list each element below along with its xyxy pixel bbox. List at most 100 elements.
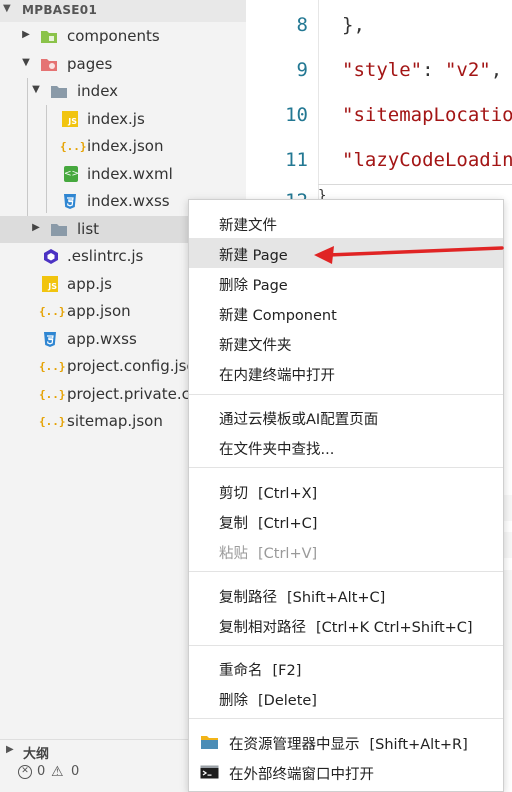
- folder-icon: [50, 221, 68, 238]
- menu-item-label: 删除 Page: [219, 278, 288, 294]
- folder-icon: [40, 56, 58, 73]
- warning-icon[interactable]: ⚠: [51, 764, 64, 780]
- gutter-divider: [318, 0, 319, 200]
- folder-icon: [40, 28, 58, 45]
- tree-item-label: list: [77, 220, 100, 238]
- chevron-right-icon: ▶: [22, 29, 30, 40]
- menu-item-shortcut: [Ctrl+K Ctrl+Shift+C]: [316, 620, 473, 636]
- menu-item-label: 在资源管理器中显示 [Shift+Alt+R]: [229, 733, 468, 754]
- code-line: "style": "v2",: [342, 59, 502, 81]
- code-token: "v2": [444, 59, 491, 81]
- folder-icon: [50, 83, 68, 100]
- code-line: },: [342, 14, 365, 36]
- terminal-icon: [200, 764, 219, 780]
- menu-item-shortcut: [Ctrl+C]: [258, 516, 318, 532]
- menu-item-paste: 粘贴 [Ctrl+V]: [189, 536, 503, 566]
- outline-title: 大纲: [23, 747, 50, 762]
- wxml-file-icon: <>: [64, 166, 79, 182]
- tree-item-label: index.wxss: [87, 192, 170, 210]
- tree-item-label: project.config.json: [67, 357, 206, 375]
- code-token: }: [342, 14, 354, 36]
- menu-item-shortcut: [Ctrl+X]: [258, 486, 318, 502]
- menu-item-open-in-terminal[interactable]: 在内建终端中打开: [189, 358, 503, 388]
- line-number: 10: [285, 104, 308, 126]
- menu-item-delete-page[interactable]: 删除 Page: [189, 268, 503, 298]
- menu-item-label: 新建 Page: [219, 248, 288, 264]
- menu-item-copy[interactable]: 复制 [Ctrl+C]: [189, 506, 503, 536]
- tree-item-components[interactable]: ▶ components: [0, 23, 246, 50]
- menu-separator: [189, 467, 503, 468]
- menu-item-label: 重命名 [F2]: [219, 659, 301, 680]
- menu-item-label: 删除 [Delete]: [219, 689, 317, 710]
- tree-item-pages[interactable]: ▼ pages: [0, 51, 246, 78]
- project-title: MPBASE01: [22, 3, 98, 17]
- tree-item-index-json[interactable]: {..} index.json: [0, 133, 246, 160]
- menu-item-reveal-in-explorer[interactable]: 在资源管理器中显示 [Shift+Alt+R]: [189, 727, 503, 757]
- code-token: :: [422, 59, 445, 81]
- js-file-icon: JS: [42, 276, 58, 292]
- menu-item-new-folder[interactable]: 新建文件夹: [189, 328, 503, 358]
- menu-item-find-in-folder[interactable]: 在文件夹中查找...: [189, 432, 503, 462]
- project-header[interactable]: ▼ MPBASE01: [0, 0, 246, 22]
- menu-item-label: 剪切 [Ctrl+X]: [219, 482, 317, 503]
- menu-item-text: 重命名: [219, 663, 263, 679]
- menu-item-label: 新建 Component: [219, 308, 337, 324]
- code-token: "lazyCodeLoading": [342, 149, 512, 171]
- menu-item-copy-relative-path[interactable]: 复制相对路径 [Ctrl+K Ctrl+Shift+C]: [189, 610, 503, 640]
- menu-item-text: 剪切: [219, 486, 248, 502]
- folder-icon: [200, 734, 219, 750]
- tree-item-label: index.wxml: [87, 165, 173, 183]
- tree-item-index-folder[interactable]: ▼ index: [0, 78, 246, 105]
- js-file-icon: JS: [62, 111, 78, 127]
- menu-item-label: 复制路径 [Shift+Alt+C]: [219, 586, 385, 607]
- warning-count[interactable]: 0: [71, 764, 79, 779]
- error-count[interactable]: 0: [37, 764, 45, 779]
- wxss-file-icon: [62, 193, 80, 210]
- menu-item-label: 新建文件夹: [219, 338, 292, 354]
- json-file-icon: {..}: [39, 360, 66, 373]
- wxss-file-icon: [42, 331, 60, 348]
- json-file-icon: {..}: [60, 140, 87, 153]
- menu-item-text: 复制: [219, 516, 248, 532]
- menu-item-text: 复制路径: [219, 590, 277, 606]
- error-icon[interactable]: ✕: [18, 765, 32, 779]
- chevron-right-icon: ▶: [6, 744, 14, 755]
- menu-item-cut[interactable]: 剪切 [Ctrl+X]: [189, 476, 503, 506]
- menu-item-new-component[interactable]: 新建 Component: [189, 298, 503, 328]
- menu-separator: [189, 645, 503, 646]
- menu-item-shortcut: [Ctrl+V]: [258, 546, 318, 562]
- chevron-down-icon: ▼: [32, 84, 40, 95]
- chevron-down-icon: ▼: [22, 57, 30, 68]
- menu-item-label: 在外部终端窗口中打开: [229, 767, 374, 783]
- editor-panel-border: [318, 184, 512, 185]
- menu-item-label: 在内建终端中打开: [219, 368, 335, 384]
- menu-item-rename[interactable]: 重命名 [F2]: [189, 653, 503, 683]
- tree-item-label: sitemap.json: [67, 412, 163, 430]
- tree-item-label: index.json: [87, 137, 164, 155]
- json-file-icon: {..}: [39, 305, 66, 318]
- eslint-file-icon: [42, 248, 60, 265]
- menu-item-new-file[interactable]: 新建文件: [189, 208, 503, 238]
- menu-item-copy-path[interactable]: 复制路径 [Shift+Alt+C]: [189, 580, 503, 610]
- menu-item-delete[interactable]: 删除 [Delete]: [189, 683, 503, 713]
- json-file-icon: {..}: [39, 388, 66, 401]
- line-number: 8: [296, 14, 308, 36]
- tree-item-index-js[interactable]: JS index.js: [0, 106, 246, 133]
- menu-item-cloud-template[interactable]: 通过云模板或AI配置页面: [189, 402, 503, 432]
- chevron-down-icon: ▼: [3, 3, 11, 14]
- menu-item-text: 粘贴: [219, 546, 248, 562]
- menu-item-text: 在资源管理器中显示: [229, 737, 360, 753]
- tree-item-index-wxml[interactable]: <> index.wxml: [0, 161, 246, 188]
- menu-item-label: 粘贴 [Ctrl+V]: [219, 542, 317, 563]
- menu-separator: [189, 394, 503, 395]
- menu-item-label: 通过云模板或AI配置页面: [219, 412, 379, 428]
- tree-item-label: index: [77, 82, 119, 100]
- tree-item-label: app.js: [67, 275, 112, 293]
- menu-item-label: 在文件夹中查找...: [219, 442, 335, 458]
- code-token: ,: [490, 59, 503, 81]
- line-number: 9: [296, 59, 308, 81]
- menu-item-shortcut: [Shift+Alt+R]: [369, 737, 468, 753]
- tree-item-label: .eslintrc.js: [67, 247, 144, 265]
- tree-item-label: index.js: [87, 110, 145, 128]
- menu-item-open-external-terminal[interactable]: 在外部终端窗口中打开: [189, 757, 503, 787]
